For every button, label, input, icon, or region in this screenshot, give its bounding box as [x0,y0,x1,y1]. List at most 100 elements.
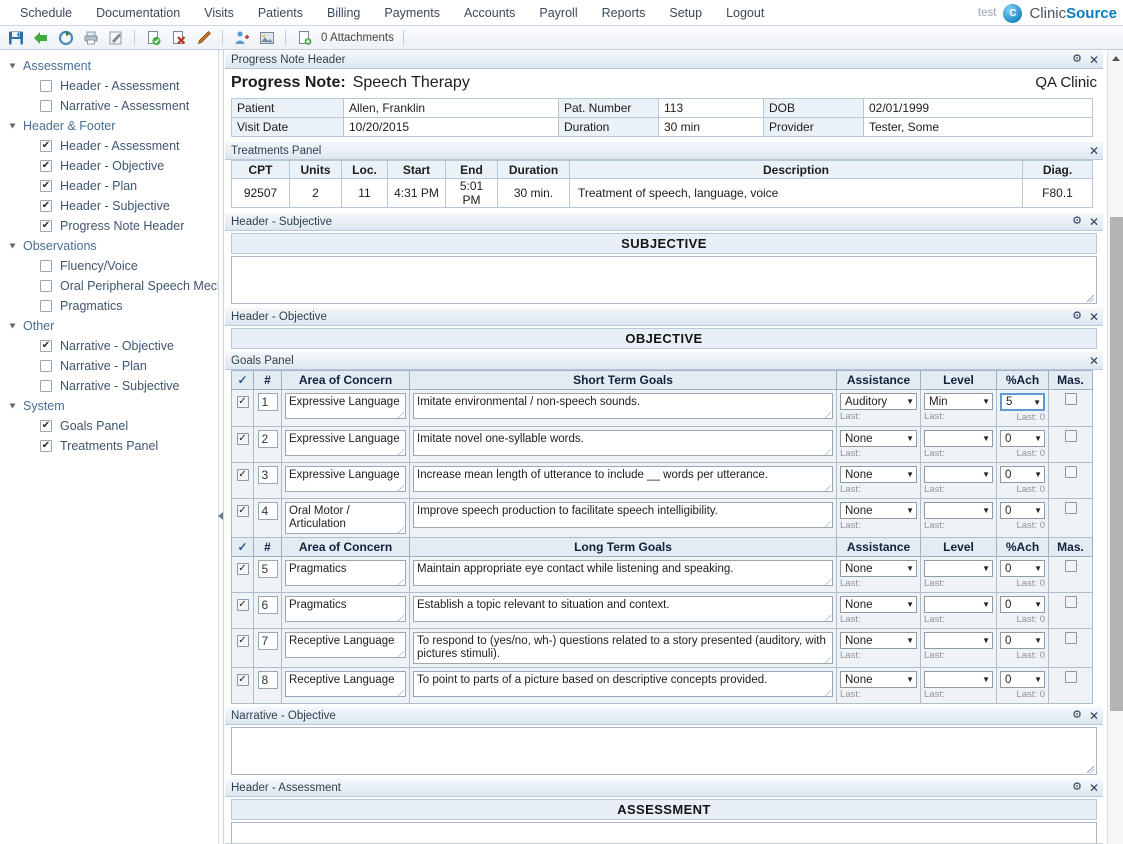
mastered-cell[interactable] [1049,593,1093,629]
mastered-cell[interactable] [1049,557,1093,593]
image-icon[interactable] [257,28,276,47]
mastered-checkbox-icon[interactable] [1065,596,1077,608]
back-arrow-icon[interactable] [31,28,50,47]
percent-achieved-select[interactable]: 0▼ [1000,632,1045,649]
level-select[interactable]: ▼ [924,632,993,649]
tree-item-fluency-voice[interactable]: Fluency/Voice [0,256,218,276]
goal-row[interactable]: ✓2Expressive LanguageImitate novel one-s… [232,427,1093,463]
print-icon[interactable] [81,28,100,47]
percent-achieved-select[interactable]: 5▼ [1000,393,1045,411]
menu-item-payroll[interactable]: Payroll [527,3,589,23]
goal-select-checkbox[interactable]: ✓ [232,593,254,629]
assistance-select[interactable]: None▼ [840,560,917,577]
gear-icon[interactable]: ⚙ [1072,311,1082,322]
tree-item-narrative-subjective[interactable]: Narrative - Subjective [0,376,218,396]
tree-group-system[interactable]: System [0,396,218,416]
level-select[interactable]: Min▼ [924,393,993,410]
checkbox-icon[interactable] [40,280,52,292]
goal-number-input[interactable]: 4 [258,502,278,520]
percent-achieved-select[interactable]: 0▼ [1000,596,1045,613]
area-of-concern-input[interactable]: Oral Motor / Articulation [285,502,406,534]
goal-text-input[interactable]: Maintain appropriate eye contact while l… [413,560,833,586]
area-of-concern-input[interactable]: Expressive Language [285,466,406,492]
mastered-cell[interactable] [1049,668,1093,704]
assistance-select[interactable]: None▼ [840,671,917,688]
checkbox-icon[interactable] [40,440,52,452]
area-of-concern-input[interactable]: Pragmatics [285,596,406,622]
checkbox-icon[interactable] [40,200,52,212]
sign-icon[interactable] [106,28,125,47]
goal-row[interactable]: ✓8Receptive LanguageTo point to parts of… [232,668,1093,704]
goal-number-input[interactable]: 7 [258,632,278,650]
select-all-check-icon[interactable]: ✓ [232,538,254,557]
mastered-checkbox-icon[interactable] [1065,560,1077,572]
level-select[interactable]: ▼ [924,671,993,688]
assistance-select[interactable]: Auditory▼ [840,393,917,410]
expand-triangle-icon[interactable] [10,64,16,69]
tree-item-header-objective[interactable]: Header - Objective [0,156,218,176]
level-select[interactable]: ▼ [924,430,993,447]
patient-icon[interactable] [232,28,251,47]
checkbox-icon[interactable] [40,300,52,312]
level-select[interactable]: ▼ [924,502,993,519]
tree-item-narrative-plan[interactable]: Narrative - Plan [0,356,218,376]
pencil-icon[interactable] [194,28,213,47]
percent-achieved-select[interactable]: 0▼ [1000,502,1045,519]
mastered-checkbox-icon[interactable] [1065,671,1077,683]
scroll-up-arrow-icon[interactable] [1108,50,1123,66]
goal-select-checkbox[interactable]: ✓ [232,557,254,593]
refresh-icon[interactable] [56,28,75,47]
menu-item-patients[interactable]: Patients [246,3,315,23]
checkbox-icon[interactable]: ✓ [237,674,249,686]
vertical-scrollbar[interactable] [1107,50,1123,844]
checkbox-icon[interactable] [40,380,52,392]
checkbox-icon[interactable]: ✓ [237,469,249,481]
checkbox-icon[interactable] [40,420,52,432]
tree-item-progress-note-header[interactable]: Progress Note Header [0,216,218,236]
tree-group-header-footer[interactable]: Header & Footer [0,116,218,136]
tree-item-oral-peripheral-speech-mecha[interactable]: Oral Peripheral Speech Mecha [0,276,218,296]
menu-item-visits[interactable]: Visits [192,3,246,23]
percent-achieved-select[interactable]: 0▼ [1000,560,1045,577]
gear-icon[interactable]: ⚙ [1072,54,1082,65]
tree-item-pragmatics[interactable]: Pragmatics [0,296,218,316]
tree-item-narrative-assessment[interactable]: Narrative - Assessment [0,96,218,116]
checkbox-icon[interactable] [40,220,52,232]
mastered-cell[interactable] [1049,390,1093,427]
goal-select-checkbox[interactable]: ✓ [232,463,254,499]
goal-select-checkbox[interactable]: ✓ [232,390,254,427]
goal-row[interactable]: ✓3Expressive LanguageIncrease mean lengt… [232,463,1093,499]
expand-triangle-icon[interactable] [10,404,16,409]
goal-text-input[interactable]: Imitate environmental / non-speech sound… [413,393,833,419]
goal-text-input[interactable]: Imitate novel one-syllable words. [413,430,833,456]
attachments-label[interactable]: 0 Attachments [321,32,394,44]
menu-item-reports[interactable]: Reports [590,3,658,23]
goal-select-checkbox[interactable]: ✓ [232,499,254,538]
delete-document-icon[interactable] [169,28,188,47]
checkbox-icon[interactable]: ✓ [237,599,249,611]
close-icon[interactable]: ✕ [1089,216,1099,228]
goal-select-checkbox[interactable]: ✓ [232,668,254,704]
tree-item-header-plan[interactable]: Header - Plan [0,176,218,196]
mastered-cell[interactable] [1049,499,1093,538]
tree-group-other[interactable]: Other [0,316,218,336]
checkbox-icon[interactable] [40,340,52,352]
assistance-select[interactable]: None▼ [840,502,917,519]
level-select[interactable]: ▼ [924,560,993,577]
subjective-textarea[interactable] [231,256,1097,304]
checkbox-icon[interactable]: ✓ [237,563,249,575]
area-of-concern-input[interactable]: Receptive Language [285,671,406,697]
goal-select-checkbox[interactable]: ✓ [232,629,254,668]
mastered-checkbox-icon[interactable] [1065,466,1077,478]
mastered-checkbox-icon[interactable] [1065,430,1077,442]
percent-achieved-select[interactable]: 0▼ [1000,671,1045,688]
tree-item-header-assessment[interactable]: Header - Assessment [0,136,218,156]
level-select[interactable]: ▼ [924,466,993,483]
tree-item-treatments-panel[interactable]: Treatments Panel [0,436,218,456]
mastered-cell[interactable] [1049,427,1093,463]
tree-item-header-assessment[interactable]: Header - Assessment [0,76,218,96]
goal-row[interactable]: ✓7Receptive LanguageTo respond to (yes/n… [232,629,1093,668]
checkbox-icon[interactable]: ✓ [237,396,249,408]
checkbox-icon[interactable] [40,180,52,192]
gear-icon[interactable]: ⚙ [1072,216,1082,227]
